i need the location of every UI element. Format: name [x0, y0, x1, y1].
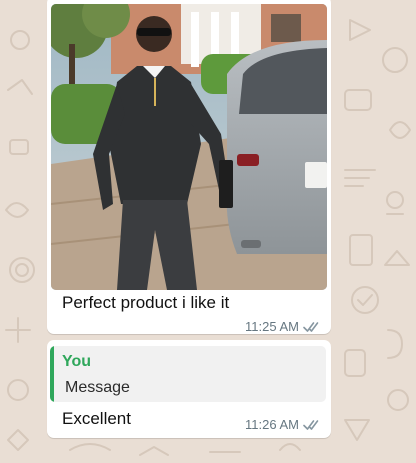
message-meta: 11:26 AM — [245, 417, 321, 432]
double-check-icon — [303, 419, 319, 430]
photo-image — [51, 4, 327, 290]
message-photo[interactable] — [51, 4, 327, 290]
double-check-icon — [303, 321, 319, 332]
message-bubble-reply[interactable]: You Message Excellent 11:26 AM — [47, 340, 331, 438]
message-time: 11:25 AM — [245, 319, 299, 334]
quoted-author: You — [62, 353, 92, 370]
quote-accent-bar — [50, 346, 54, 402]
message-bubble-image[interactable]: Perfect product i like it 11:25 AM — [47, 0, 331, 334]
message-meta: 11:25 AM — [245, 319, 321, 334]
message-caption: Perfect product i like it — [62, 293, 230, 312]
message-text: Excellent — [62, 409, 131, 428]
quoted-text: Message — [65, 379, 130, 396]
message-time: 11:26 AM — [245, 417, 299, 432]
quoted-message[interactable]: You Message — [50, 346, 326, 402]
